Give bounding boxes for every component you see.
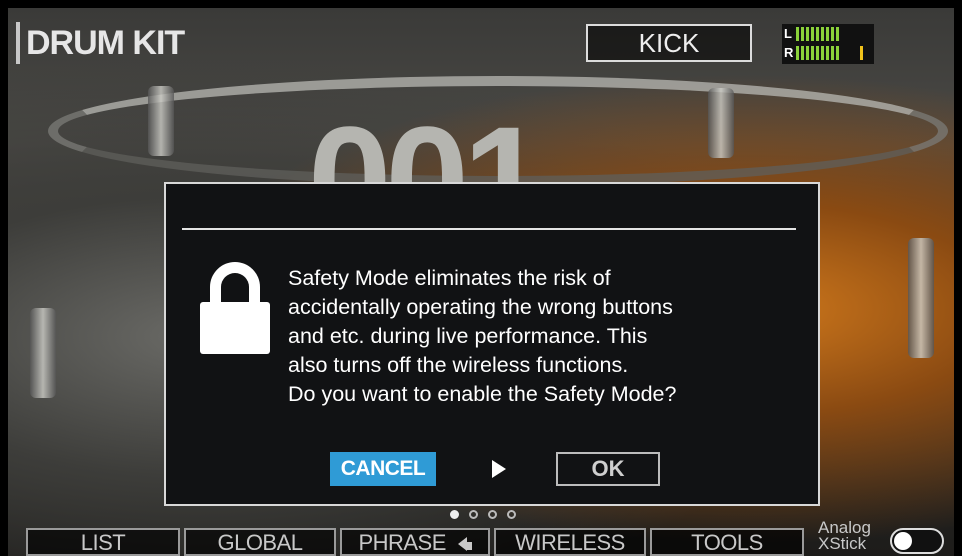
page-indicator xyxy=(450,506,526,519)
fn-button-global-tone[interactable]: GLOBAL TONE xyxy=(184,528,336,556)
drum-lug xyxy=(708,88,734,158)
top-bar: DRUM KIT KICK L R xyxy=(8,8,954,74)
meter-left-channel: L xyxy=(782,26,874,42)
function-bar: LIST GLOBAL TONE PHRASE WIRELESS TOOLS xyxy=(8,528,954,556)
page-dot xyxy=(507,510,516,519)
meter-right-bars xyxy=(796,46,840,60)
fn-button-label: GLOBAL TONE xyxy=(217,530,303,555)
cursor-arrow-icon xyxy=(492,460,506,478)
ok-button[interactable]: OK xyxy=(556,452,660,486)
xstick-label: Analog XStick xyxy=(818,519,871,553)
meter-right-channel: R xyxy=(782,45,874,61)
page-dot xyxy=(488,510,497,519)
toggle-knob xyxy=(894,532,912,550)
fn-button-wireless[interactable]: WIRELESS xyxy=(494,528,646,556)
dialog-message-line: Safety Mode eliminates the risk of xyxy=(288,266,611,290)
instrument-name-box[interactable]: KICK xyxy=(586,24,752,62)
meter-left-label: L xyxy=(784,26,792,41)
dialog-message-line: Do you want to enable the Safety Mode? xyxy=(288,382,677,406)
drum-lug xyxy=(30,308,56,398)
drum-lug xyxy=(908,238,934,358)
fn-button-label: TOOLS xyxy=(691,530,763,555)
title-accent-bar xyxy=(16,22,20,64)
fn-button-list[interactable]: LIST xyxy=(26,528,180,556)
level-meter: L R xyxy=(782,24,874,64)
meter-right-label: R xyxy=(784,45,794,60)
page-title: DRUM KIT xyxy=(26,24,185,62)
dialog-message-line: also turns off the wireless functions. xyxy=(288,353,629,377)
fn-button-tools[interactable]: TOOLS xyxy=(650,528,804,556)
safety-mode-dialog: Safety Mode eliminates the risk of accid… xyxy=(164,182,820,506)
meter-peak-indicator xyxy=(860,46,863,60)
lock-icon xyxy=(200,262,270,354)
drum-kit-screen: DRUM KIT KICK L R 001 LIST GLOBAL TONE P… xyxy=(8,8,954,556)
page-dot xyxy=(469,510,478,519)
cancel-button[interactable]: CANCEL xyxy=(330,452,436,486)
fn-button-label: LIST xyxy=(80,530,126,555)
fn-button-phrase[interactable]: PHRASE xyxy=(340,528,490,556)
xstick-toggle[interactable] xyxy=(890,528,944,554)
dialog-message: Safety Mode eliminates the risk of accid… xyxy=(288,264,808,409)
drum-lug xyxy=(148,86,174,156)
dialog-message-line: accidentally operating the wrong buttons xyxy=(288,295,673,319)
fn-button-label: WIRELESS xyxy=(515,530,625,555)
speaker-icon xyxy=(452,530,472,555)
dialog-divider xyxy=(182,228,796,230)
page-dot-active xyxy=(450,510,459,519)
fn-button-label: PHRASE xyxy=(358,530,446,555)
meter-left-bars xyxy=(796,27,840,41)
dialog-message-line: and etc. during live performance. This xyxy=(288,324,648,348)
xstick-label-line2: XStick xyxy=(818,534,867,553)
